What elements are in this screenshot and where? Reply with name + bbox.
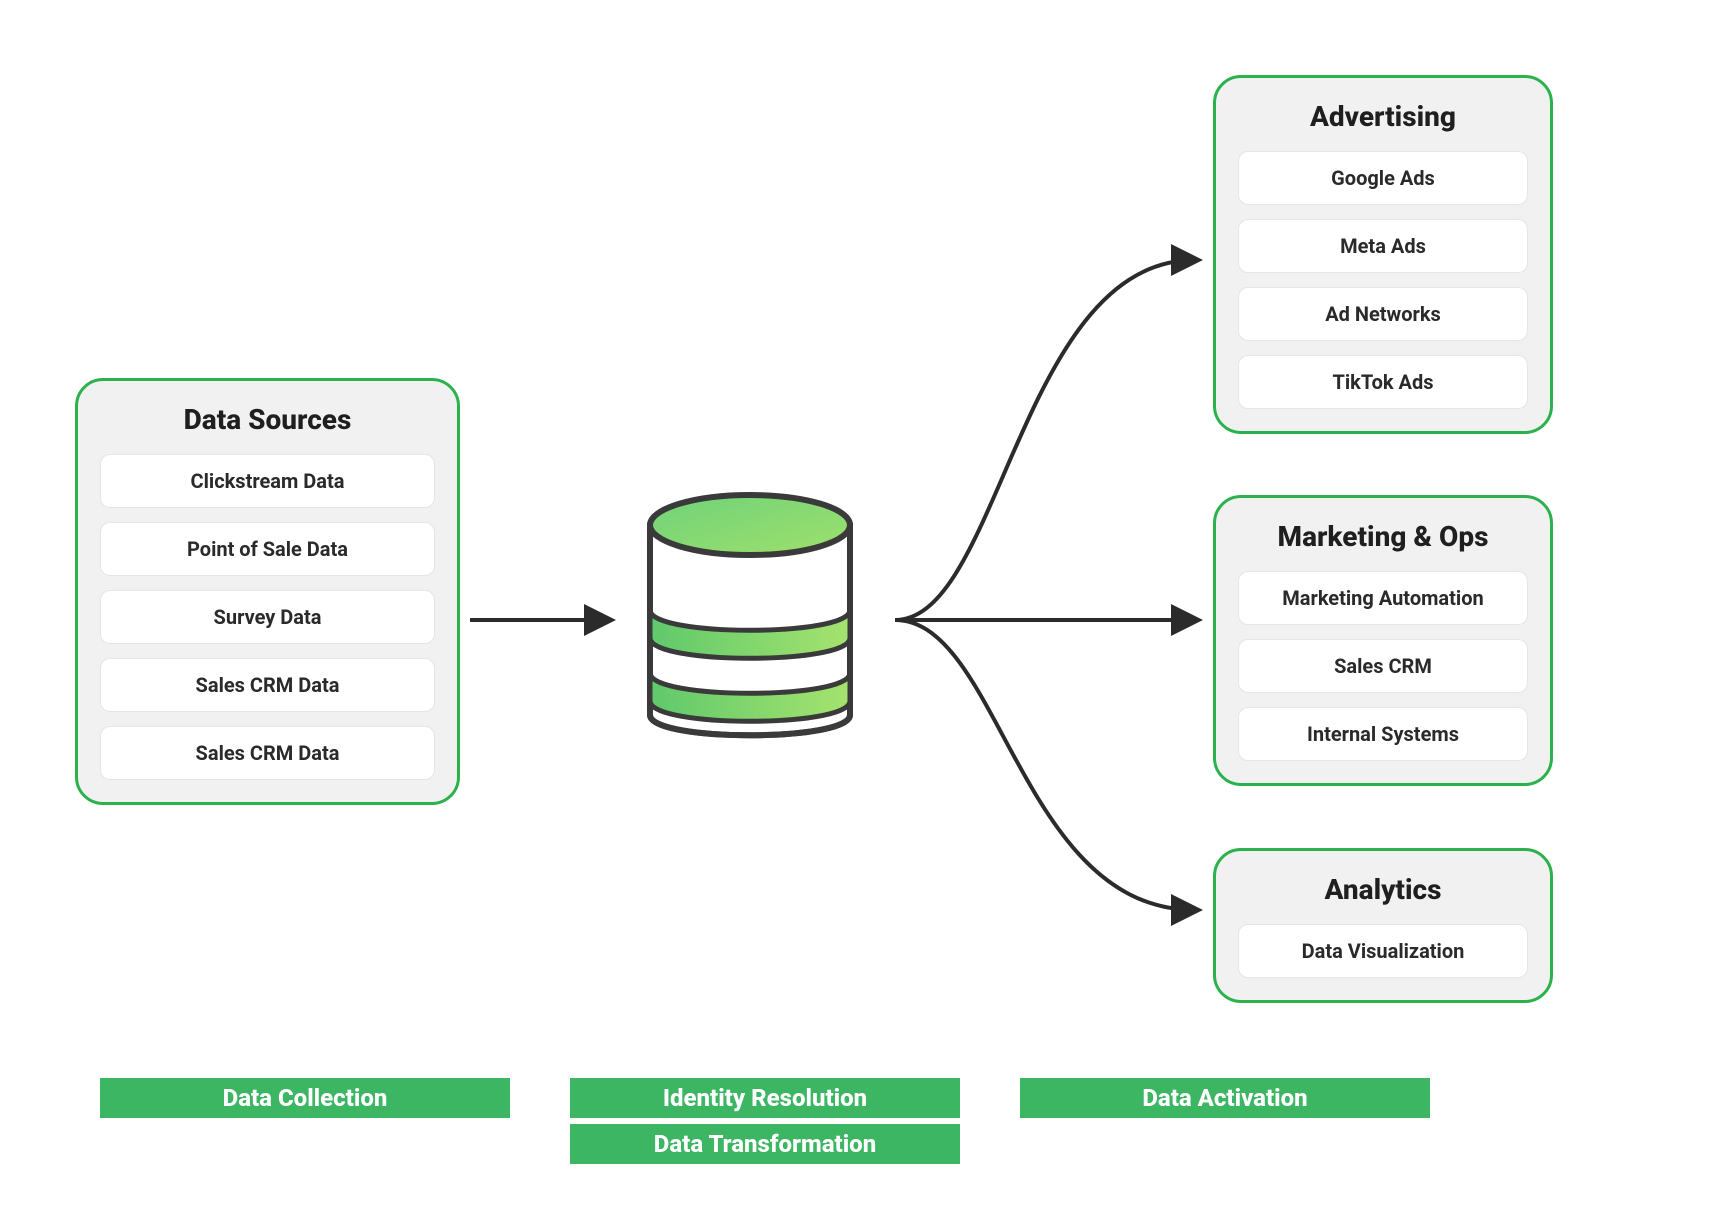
footer-label-data-activation: Data Activation bbox=[1020, 1078, 1430, 1118]
list-item: Data Visualization bbox=[1238, 924, 1528, 978]
arrow-db-to-analytics bbox=[895, 620, 1195, 910]
footer-label-data-transformation: Data Transformation bbox=[570, 1124, 960, 1164]
panel-advertising: Advertising Google Ads Meta Ads Ad Netwo… bbox=[1213, 75, 1553, 434]
panel-marketing-ops: Marketing & Ops Marketing Automation Sal… bbox=[1213, 495, 1553, 786]
panel-analytics: Analytics Data Visualization bbox=[1213, 848, 1553, 1003]
list-item: Sales CRM bbox=[1238, 639, 1528, 693]
database-icon bbox=[630, 480, 870, 764]
list-item: Meta Ads bbox=[1238, 219, 1528, 273]
list-item: Clickstream Data bbox=[100, 454, 435, 508]
list-item: Internal Systems bbox=[1238, 707, 1528, 761]
list-item: Survey Data bbox=[100, 590, 435, 644]
footer-label-identity-resolution: Identity Resolution bbox=[570, 1078, 960, 1118]
list-item: Google Ads bbox=[1238, 151, 1528, 205]
panel-title-data-sources: Data Sources bbox=[100, 403, 435, 436]
arrow-db-to-advertising bbox=[895, 260, 1195, 620]
list-item: TikTok Ads bbox=[1238, 355, 1528, 409]
list-item: Sales CRM Data bbox=[100, 726, 435, 780]
list-item: Ad Networks bbox=[1238, 287, 1528, 341]
list-item: Marketing Automation bbox=[1238, 571, 1528, 625]
panel-data-sources: Data Sources Clickstream Data Point of S… bbox=[75, 378, 460, 805]
footer-label-data-collection: Data Collection bbox=[100, 1078, 510, 1118]
panel-title-marketing-ops: Marketing & Ops bbox=[1238, 520, 1528, 553]
list-item: Sales CRM Data bbox=[100, 658, 435, 712]
panel-title-analytics: Analytics bbox=[1238, 873, 1528, 906]
list-item: Point of Sale Data bbox=[100, 522, 435, 576]
panel-title-advertising: Advertising bbox=[1238, 100, 1528, 133]
